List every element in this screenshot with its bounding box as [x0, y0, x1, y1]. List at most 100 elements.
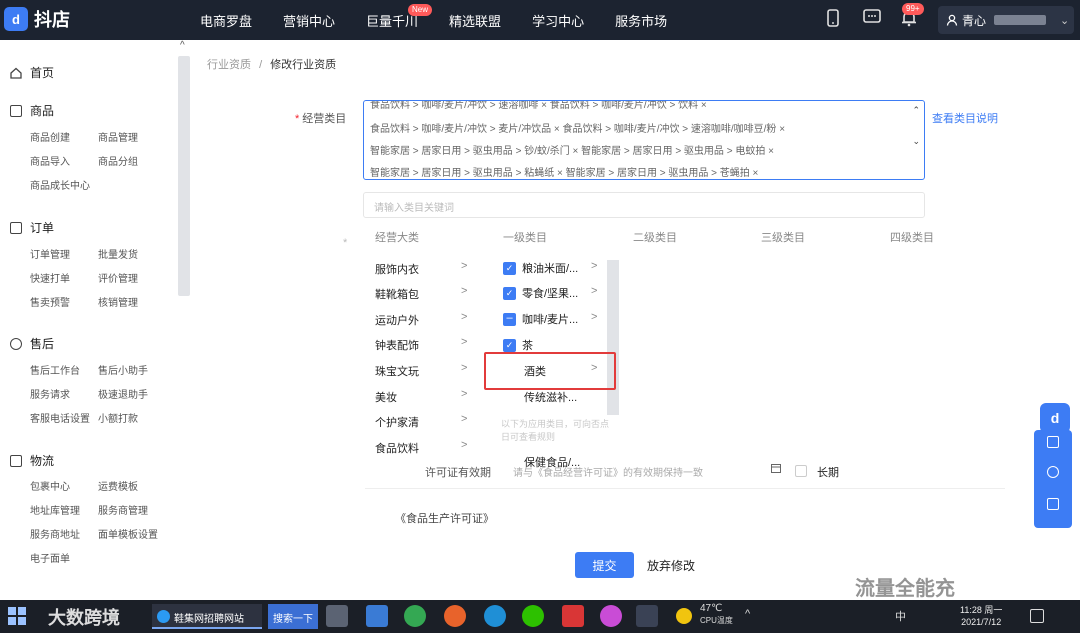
sidebar-link[interactable]: 核销管理	[98, 294, 138, 309]
mail-icon[interactable]	[366, 605, 388, 627]
shield-icon[interactable]	[1047, 498, 1059, 510]
edge-icon[interactable]	[484, 605, 506, 627]
level1-item[interactable]: ✓ 粮油米面/...	[503, 260, 578, 276]
sidebar-link[interactable]: 订单管理	[30, 246, 70, 261]
taskbar-browser-task[interactable]: 鞋集网招聘网站	[152, 604, 262, 629]
major-category-item[interactable]: 钟表配饰	[375, 337, 419, 353]
notification-center-icon[interactable]	[1030, 609, 1044, 623]
sidebar-link[interactable]: 商品导入	[30, 153, 70, 168]
user-menu[interactable]: 青心 ⌄	[938, 6, 1074, 34]
sidebar-link[interactable]: 面单模板设置	[98, 526, 158, 541]
sidebar-item-home[interactable]: 首页	[10, 64, 54, 81]
sidebar-link[interactable]: 极速退助手	[98, 386, 148, 401]
selected-tag-row[interactable]: 食品饮料 > 咖啡/麦片/冲饮 > 速溶咖啡 × 食品饮料 > 咖啡/麦片/冲饮…	[370, 101, 707, 111]
major-category-item[interactable]: 食品饮料	[375, 440, 419, 456]
sidebar-section-title: 物流	[30, 454, 55, 468]
nav-item-qianchuan[interactable]: 巨量千川 New	[366, 3, 433, 30]
checkbox-checked[interactable]: ✓	[503, 286, 516, 300]
selected-categories-box[interactable]: 食品饮料 > 咖啡/麦片/冲饮 > 速溶咖啡 × 食品饮料 > 咖啡/麦片/冲饮…	[363, 100, 925, 180]
checkbox-checked[interactable]: ✓	[503, 261, 516, 275]
submit-button[interactable]: 提交	[575, 552, 634, 578]
book-icon[interactable]	[1047, 436, 1059, 448]
taskbar-search[interactable]: 搜索一下	[268, 604, 318, 629]
sidebar-link[interactable]: 小额打款	[98, 410, 138, 425]
sidebar-scrollbar[interactable]	[178, 56, 190, 296]
sidebar-link[interactable]: 服务商管理	[98, 502, 148, 517]
sidebar-link[interactable]: 包裹中心	[30, 478, 70, 493]
nav-item-learning[interactable]: 学习中心	[532, 11, 584, 30]
chevron-right-icon: >	[461, 439, 468, 451]
sidebar-link[interactable]: 批量发货	[98, 246, 138, 261]
nav-item-qianchuan-label: 巨量千川	[366, 13, 419, 29]
sidebar-section-aftersales[interactable]: 售后	[10, 335, 54, 352]
column-header-level1: 一级类目	[503, 232, 547, 244]
tagbox-scrollbar[interactable]: ⌃ ⌄	[912, 105, 920, 147]
level1-scrollbar[interactable]	[607, 260, 619, 415]
major-category-item[interactable]: 鞋靴箱包	[375, 286, 419, 302]
file-explorer-icon[interactable]	[326, 605, 348, 627]
selected-tag-row[interactable]: 智能家居 > 居家日用 > 驱虫用品 > 钞/蚊/杀门 × 智能家居 > 居家日…	[370, 142, 774, 157]
tray-arrow-icon[interactable]: ^	[745, 608, 750, 620]
firefox-icon[interactable]	[444, 605, 466, 627]
checkbox-checked[interactable]: ✓	[503, 338, 516, 352]
sidebar-link[interactable]: 评价管理	[98, 270, 138, 285]
nav-item-compass[interactable]: 电商罗盘	[200, 11, 252, 30]
nav-item-marketing[interactable]: 营销中心	[283, 11, 335, 30]
major-category-item[interactable]: 服饰内衣	[375, 261, 419, 277]
level1-item[interactable]: – 咖啡/麦片...	[503, 311, 578, 327]
sidebar-link[interactable]: 服务商地址	[30, 526, 80, 541]
floating-logo-icon[interactable]: d	[1040, 403, 1070, 433]
level1-item[interactable]: ✓ 零食/坚果...	[503, 285, 578, 301]
selected-tag-row[interactable]: 食品饮料 > 咖啡/麦片/冲饮 > 麦片/冲饮品 × 食品饮料 > 咖啡/麦片/…	[370, 120, 785, 135]
nav-item-alliance[interactable]: 精选联盟	[449, 11, 501, 30]
chrome-icon[interactable]	[404, 605, 426, 627]
sidebar-link[interactable]: 售后小助手	[98, 362, 148, 377]
breadcrumb-parent[interactable]: 行业资质	[207, 59, 251, 71]
license-date-input[interactable]: 请与《食品经营许可证》的有效期保持一致	[513, 464, 703, 479]
app-icon[interactable]	[636, 605, 658, 627]
sidebar-link[interactable]: 商品创建	[30, 129, 70, 144]
sidebar-link[interactable]: 商品分组	[98, 153, 138, 168]
sidebar-link[interactable]: 商品管理	[98, 129, 138, 144]
app-logo[interactable]: d 抖店	[4, 6, 70, 32]
color-app-icon[interactable]	[600, 605, 622, 627]
browser-icon	[157, 610, 170, 623]
major-category-item[interactable]: 珠宝文玩	[375, 363, 419, 379]
sidebar-section-logistics[interactable]: 物流	[10, 452, 54, 469]
headset-icon[interactable]	[1047, 466, 1059, 478]
sidebar-link[interactable]: 服务请求	[30, 386, 70, 401]
sidebar-link[interactable]: 快速打单	[30, 270, 70, 285]
level1-item[interactable]: 传统滋补...	[524, 389, 577, 405]
ime-indicator[interactable]: 中	[895, 608, 906, 624]
windows-start-icon[interactable]	[8, 607, 26, 625]
level1-item[interactable]: ✓ 茶	[503, 337, 533, 353]
calendar-icon[interactable]	[771, 463, 781, 476]
major-category-item[interactable]: 个护家清	[375, 414, 419, 430]
sidebar-link[interactable]: 客服电话设置	[30, 410, 90, 425]
major-category-item[interactable]: 运动户外	[375, 312, 419, 328]
selected-tag-row[interactable]: 智能家居 > 居家日用 > 驱虫用品 > 粘蝇纸 × 智能家居 > 居家日用 >…	[370, 164, 758, 179]
doc-label: 《食品生产许可证》	[395, 513, 494, 525]
discard-button[interactable]: 放弃修改	[647, 552, 695, 578]
sidebar-link[interactable]: 运费模板	[98, 478, 138, 493]
sidebar-link[interactable]: 地址库管理	[30, 502, 80, 517]
long-term-checkbox[interactable]	[795, 465, 807, 477]
weather-icon[interactable]	[676, 608, 692, 624]
nav-item-service-market[interactable]: 服务市场	[615, 11, 667, 30]
taskbar-clock[interactable]: 11:28 周一 2021/7/12	[960, 604, 1002, 628]
sidebar-link[interactable]: 电子面单	[30, 550, 70, 565]
checkbox-partial[interactable]: –	[503, 312, 516, 326]
scroll-up-icon[interactable]: ^	[180, 40, 185, 51]
wechat-icon[interactable]	[522, 605, 544, 627]
sidebar-link[interactable]: 商品成长中心	[30, 177, 90, 192]
major-category-item[interactable]: 美妆	[375, 389, 397, 405]
category-help-link[interactable]: 查看类目说明	[932, 110, 998, 126]
sidebar-section-goods[interactable]: 商品	[10, 102, 54, 119]
sidebar-link[interactable]: 售卖预警	[30, 294, 70, 309]
sidebar-section-orders[interactable]: 订单	[10, 219, 54, 236]
sidebar-link[interactable]: 售后工作台	[30, 362, 80, 377]
message-icon[interactable]	[862, 9, 882, 29]
category-search-input[interactable]: 请输入类目关键词	[363, 192, 925, 218]
wps-icon[interactable]	[562, 605, 584, 627]
phone-icon[interactable]	[823, 9, 843, 29]
